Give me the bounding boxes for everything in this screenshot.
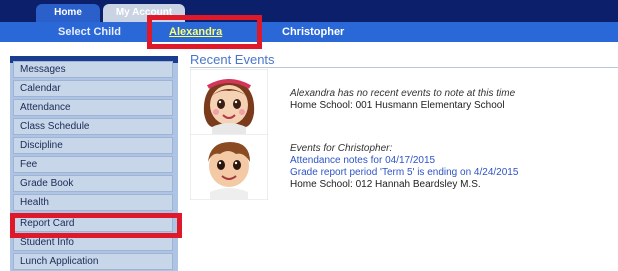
- event-chris-home-school: Home School: 012 Hannah Beardsley M.S.: [290, 179, 481, 190]
- title-divider: [190, 67, 618, 68]
- boy-avatar-icon: [190, 134, 268, 200]
- sidebar-item-calendar[interactable]: Calendar: [13, 80, 173, 97]
- sidebar-item-grade-book[interactable]: Grade Book: [13, 175, 173, 192]
- event-alex-home-school: Home School: 001 Husmann Elementary Scho…: [290, 100, 505, 111]
- sidebar-item-messages[interactable]: Messages: [13, 61, 173, 78]
- sidebar-item-class-schedule[interactable]: Class Schedule: [13, 118, 173, 135]
- sidebar-item-discipline[interactable]: Discipline: [13, 137, 173, 154]
- child-selector-bar: Select Child Alexandra Christopher: [0, 22, 618, 42]
- sidebar-menu: Messages Calendar Attendance Class Sched…: [10, 56, 178, 271]
- sidebar-item-health[interactable]: Health: [13, 194, 173, 211]
- highlight-box-report-card: [10, 213, 182, 238]
- tab-home[interactable]: Home: [36, 4, 100, 22]
- page-title: Recent Events: [190, 52, 275, 67]
- event-chris-attendance-link[interactable]: Attendance notes for 04/17/2015: [290, 155, 435, 166]
- select-child-label: Select Child: [58, 26, 121, 38]
- event-chris-grade-link[interactable]: Grade report period 'Term 5' is ending o…: [290, 167, 518, 178]
- highlight-box-alexandra: [147, 15, 262, 49]
- child-link-christopher[interactable]: Christopher: [282, 26, 344, 38]
- sidebar-item-lunch-application[interactable]: Lunch Application: [13, 253, 173, 270]
- sidebar-item-fee[interactable]: Fee: [13, 156, 173, 173]
- sidebar-item-attendance[interactable]: Attendance: [13, 99, 173, 116]
- event-alex-line1: Alexandra has no recent events to note a…: [290, 88, 516, 99]
- event-chris-header: Events for Christopher:: [290, 143, 393, 154]
- top-tab-bar: Home My Account: [0, 0, 618, 22]
- girl-avatar-icon: [190, 69, 268, 135]
